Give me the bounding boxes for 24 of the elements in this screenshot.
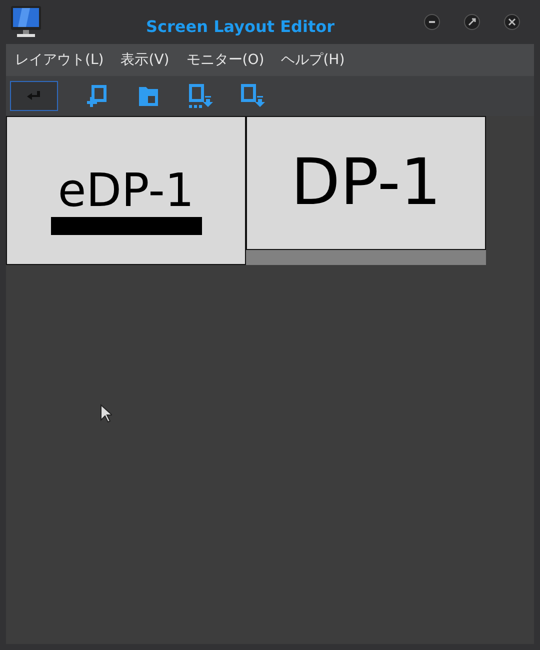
restore-button[interactable] [464,14,480,30]
mouse-pointer-icon [100,404,112,424]
window-title: Screen Layout Editor [146,16,334,38]
return-icon [27,90,41,102]
folder-screen-icon [138,85,160,107]
close-icon [508,18,516,26]
restore-icon [468,18,476,26]
monitor-tile[interactable]: eDP-1 [6,116,246,265]
close-button[interactable] [504,14,520,30]
menu-item[interactable]: ヘルプ(H) [281,50,345,70]
menu-item[interactable]: レイアウト(L) [15,50,104,70]
menu-item[interactable]: モニター(O) [186,50,264,70]
save-as-screen-icon [241,84,265,108]
toolbar-button[interactable] [188,81,214,111]
toolbar-button[interactable] [10,81,58,111]
monitor-tile[interactable]: DP-1 [246,116,486,250]
save-screen-icon [189,84,213,108]
minimize-button[interactable] [424,14,440,30]
monitor-name: DP-1 [290,151,442,215]
monitor-name: eDP-1 [58,166,194,212]
monitor-icon [10,5,42,39]
new-screen-icon [87,85,107,107]
minus-icon [428,18,436,26]
menu-item[interactable]: 表示(V) [120,50,170,70]
